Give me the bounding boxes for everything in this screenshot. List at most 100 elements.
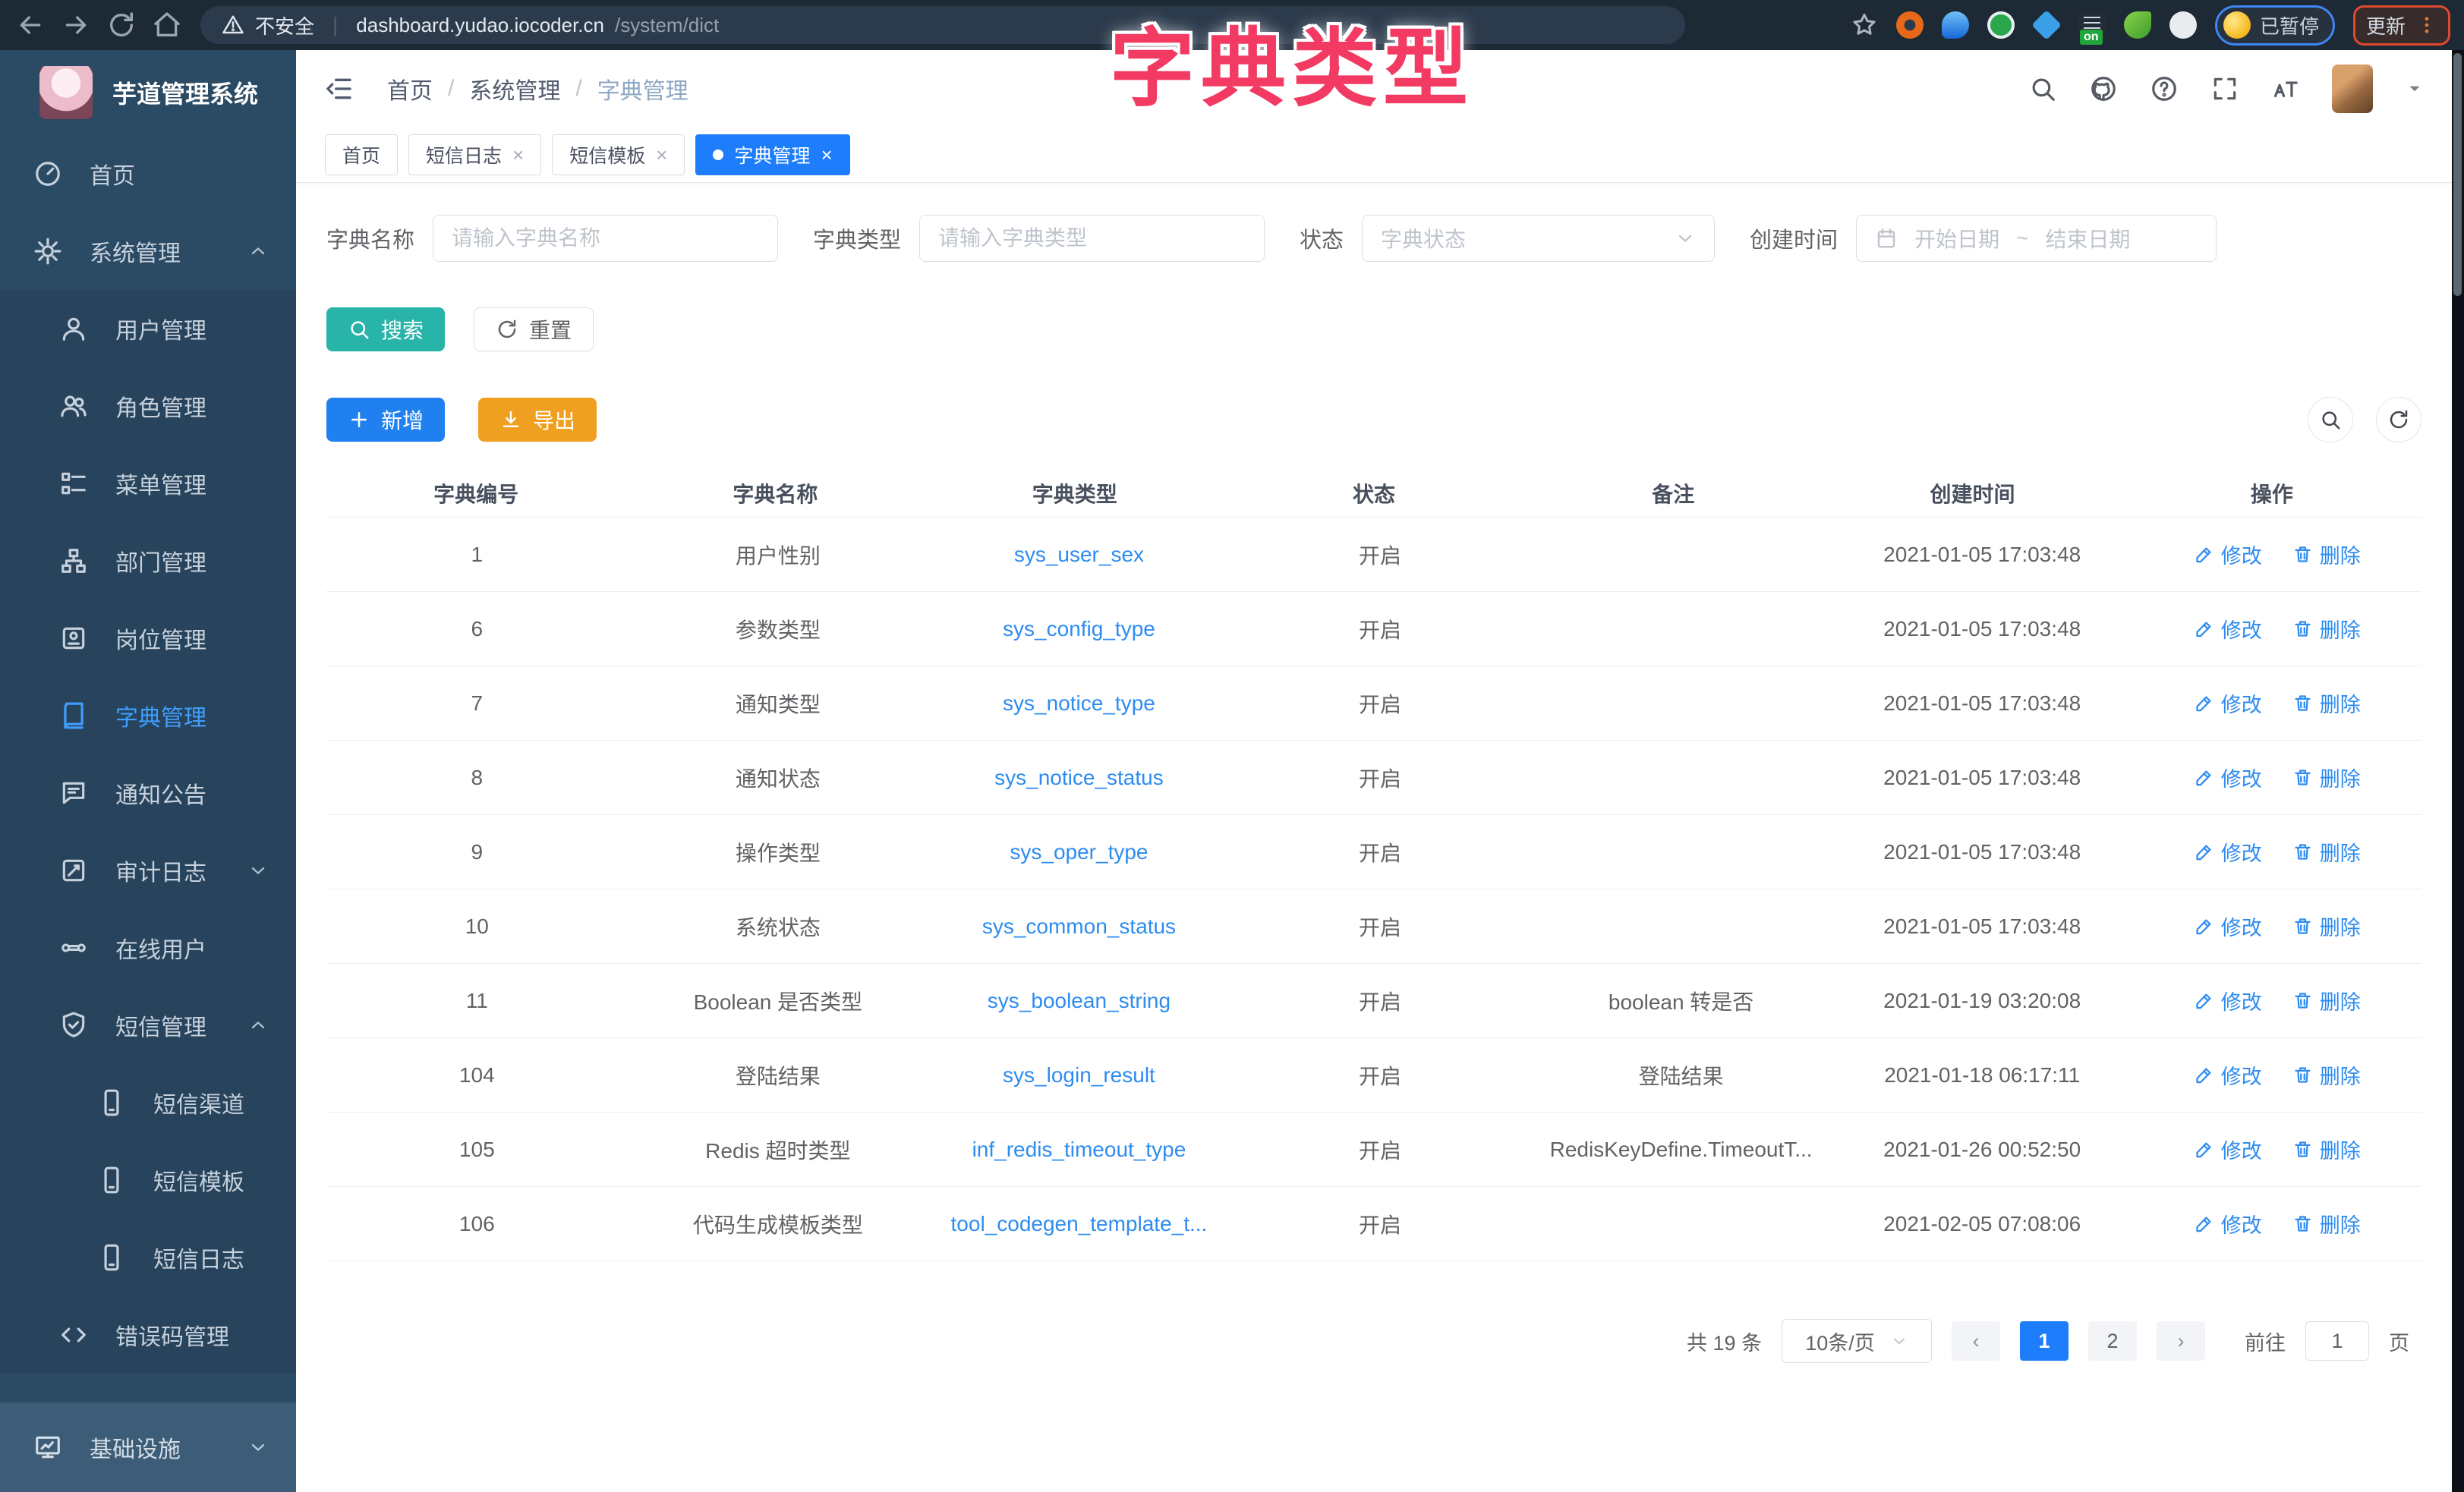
goto-page-input[interactable]: [2305, 1321, 2369, 1361]
status-select[interactable]: 字典状态: [1362, 215, 1715, 262]
green-extension-icon[interactable]: [1987, 11, 2015, 39]
tab[interactable]: 短信模板 ×: [552, 134, 685, 175]
sidebar-item-infrastructure[interactable]: 基础设施: [0, 1402, 296, 1492]
cell-status: 开启: [1230, 837, 1531, 867]
sidebar-item[interactable]: 短信渠道: [0, 1064, 296, 1141]
breadcrumb-system[interactable]: 系统管理: [469, 72, 560, 105]
cell-type-link[interactable]: sys_login_result: [928, 1063, 1230, 1088]
sidebar-item[interactable]: 角色管理: [0, 367, 296, 445]
update-button[interactable]: 更新: [2353, 5, 2450, 46]
sidebar-item[interactable]: 通知公告: [0, 754, 296, 832]
breadcrumb-home[interactable]: 首页: [387, 72, 433, 105]
bookmark-star-icon[interactable]: [1851, 11, 1878, 39]
edit-button[interactable]: 修改: [2194, 1060, 2262, 1090]
close-tab-icon[interactable]: ×: [821, 145, 832, 165]
sidebar-item[interactable]: 在线用户: [0, 909, 296, 987]
tab[interactable]: 首页 ×: [325, 134, 398, 175]
edit-button[interactable]: 修改: [2194, 614, 2262, 644]
browser-menu-icon[interactable]: [2416, 14, 2437, 36]
delete-button[interactable]: 删除: [2292, 837, 2361, 867]
sidebar-item[interactable]: 系统管理: [0, 212, 296, 290]
edit-button[interactable]: 修改: [2194, 688, 2262, 718]
delete-button[interactable]: 删除: [2292, 614, 2361, 644]
delete-button[interactable]: 删除: [2292, 688, 2361, 718]
cell-type-link[interactable]: sys_notice_type: [928, 691, 1230, 716]
help-icon[interactable]: [2150, 74, 2179, 103]
sidebar-item[interactable]: 短信管理: [0, 987, 296, 1064]
edit-button[interactable]: 修改: [2194, 1135, 2262, 1164]
edit-button[interactable]: 修改: [2194, 1209, 2262, 1239]
cell-type-link[interactable]: sys_config_type: [928, 617, 1230, 641]
sidebar-item[interactable]: 首页: [0, 135, 296, 212]
app-logo[interactable]: 芋道管理系统: [0, 50, 296, 135]
search-button[interactable]: 搜索: [326, 307, 445, 351]
delete-button[interactable]: 删除: [2292, 540, 2361, 569]
back-icon[interactable]: [15, 10, 46, 40]
delete-button[interactable]: 删除: [2292, 1135, 2361, 1164]
breadcrumb-separator: /: [448, 76, 454, 102]
edit-button[interactable]: 修改: [2194, 986, 2262, 1015]
prev-page-button[interactable]: ‹: [1952, 1321, 2000, 1361]
cell-type-link[interactable]: tool_codegen_template_t...: [928, 1212, 1230, 1236]
forward-icon[interactable]: [61, 10, 91, 40]
sidebar-item[interactable]: 菜单管理: [0, 445, 296, 522]
cell-type-link[interactable]: sys_user_sex: [928, 543, 1230, 567]
fullscreen-icon[interactable]: [2210, 74, 2239, 103]
reload-icon[interactable]: [106, 10, 137, 40]
font-size-icon[interactable]: [2271, 74, 2300, 103]
sidebar-item[interactable]: 短信模板: [0, 1141, 296, 1219]
sidebar-item[interactable]: 用户管理: [0, 290, 296, 367]
page-button-1[interactable]: 1: [2020, 1321, 2069, 1361]
delete-button[interactable]: 删除: [2292, 986, 2361, 1015]
page-size-select[interactable]: 10条/页: [1782, 1319, 1932, 1363]
page-scrollbar[interactable]: [2452, 50, 2464, 1492]
cell-type-link[interactable]: inf_redis_timeout_type: [928, 1138, 1230, 1162]
edit-button[interactable]: 修改: [2194, 837, 2262, 867]
sidebar-item[interactable]: 审计日志: [0, 832, 296, 909]
date-range-picker[interactable]: 开始日期 ~ 结束日期: [1856, 215, 2217, 262]
show-search-button[interactable]: [2308, 397, 2353, 442]
delete-button[interactable]: 删除: [2292, 1060, 2361, 1090]
cell-type-link[interactable]: sys_oper_type: [928, 840, 1230, 864]
cell-type-link[interactable]: sys_boolean_string: [928, 989, 1230, 1013]
close-tab-icon[interactable]: ×: [656, 145, 667, 165]
sidebar-item[interactable]: 部门管理: [0, 522, 296, 600]
diamond-extension-icon[interactable]: [2031, 10, 2062, 40]
edit-button[interactable]: 修改: [2194, 540, 2262, 569]
delete-button[interactable]: 删除: [2292, 1209, 2361, 1239]
sidebar-item[interactable]: 字典管理: [0, 677, 296, 754]
cell-type-link[interactable]: sys_common_status: [928, 914, 1230, 939]
scrollbar-thumb[interactable]: [2453, 53, 2462, 296]
refresh-table-button[interactable]: [2376, 397, 2421, 442]
orange-extension-icon[interactable]: [1896, 11, 1924, 39]
delete-button[interactable]: 删除: [2292, 763, 2361, 792]
blue-drop-extension-icon[interactable]: [1942, 11, 1969, 39]
user-avatar[interactable]: [2332, 65, 2373, 113]
edit-button[interactable]: 修改: [2194, 911, 2262, 941]
caret-down-icon[interactable]: [2405, 79, 2425, 99]
cell-type-link[interactable]: sys_notice_status: [928, 766, 1230, 790]
tab[interactable]: 短信日志 ×: [408, 134, 541, 175]
paused-badge[interactable]: 已暂停: [2215, 5, 2335, 46]
edit-button[interactable]: 修改: [2194, 763, 2262, 792]
sidebar-item[interactable]: 短信日志: [0, 1219, 296, 1296]
dict-name-input[interactable]: [433, 215, 778, 262]
sidebar-item[interactable]: 错误码管理: [0, 1296, 296, 1374]
dict-type-input[interactable]: [919, 215, 1265, 262]
white-extension-icon[interactable]: [2169, 11, 2197, 39]
sidebar-fold-icon[interactable]: [323, 74, 354, 104]
add-button[interactable]: 新增: [326, 398, 445, 442]
list-extension-icon[interactable]: on: [2078, 11, 2106, 39]
page-button-2[interactable]: 2: [2088, 1321, 2137, 1361]
sidebar-item[interactable]: 岗位管理: [0, 600, 296, 677]
delete-button[interactable]: 删除: [2292, 911, 2361, 941]
reset-button[interactable]: 重置: [474, 307, 594, 351]
export-button[interactable]: 导出: [478, 398, 597, 442]
tab[interactable]: 字典管理 ×: [695, 134, 849, 175]
home-icon[interactable]: [152, 10, 182, 40]
github-icon[interactable]: [2089, 74, 2118, 103]
close-tab-icon[interactable]: ×: [512, 145, 524, 165]
leaf-extension-icon[interactable]: [2124, 11, 2151, 39]
next-page-button[interactable]: ›: [2157, 1321, 2205, 1361]
search-icon[interactable]: [2028, 74, 2057, 103]
